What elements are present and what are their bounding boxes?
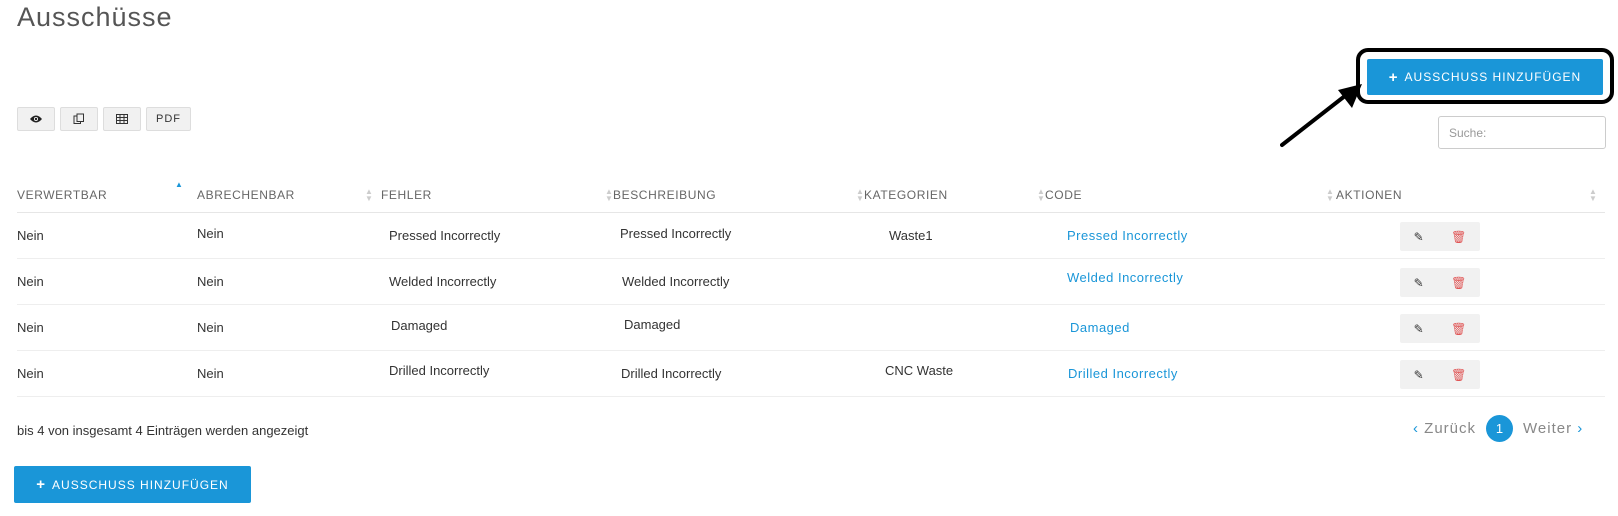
cell-verwertbar: Nein [17, 320, 44, 335]
add-button-label: AUSSCHUSS HINZUFÜGEN [1404, 70, 1582, 84]
arrow-annotation [1280, 84, 1362, 147]
sort-asc-icon[interactable]: ▲ [175, 181, 183, 189]
edit-icon[interactable]: ✎ [1414, 368, 1424, 382]
cell-fehler: Pressed Incorrectly [389, 228, 501, 243]
cell-code-link[interactable]: Pressed Incorrectly [1067, 228, 1188, 243]
cell-abrechenbar: Nein [197, 274, 224, 289]
sort-icon[interactable]: ▲ ▼ [1589, 188, 1597, 203]
table-header: VERWERTBAR ▲ ABRECHENBAR ▲ ▼ FEHLER ▲ ▼ BE… [17, 178, 1605, 213]
cell-abrechenbar: Nein [197, 320, 224, 335]
pagination-current-page[interactable]: 1 [1486, 415, 1514, 442]
table-row: Nein Nein Drilled Incorrectly Drilled In… [17, 351, 1605, 397]
data-table: VERWERTBAR ▲ ABRECHENBAR ▲ ▼ FEHLER ▲ ▼ BE… [17, 178, 1605, 397]
sort-icon[interactable]: ▲ ▼ [1037, 188, 1045, 203]
sort-icon[interactable]: ▲ ▼ [365, 188, 373, 203]
cell-abrechenbar: Nein [197, 366, 224, 381]
cell-code-link[interactable]: Welded Incorrectly [1067, 270, 1183, 285]
copy-button[interactable] [60, 107, 98, 131]
chevron-left-icon: ‹ [1413, 420, 1419, 437]
add-committee-button-bottom[interactable]: + AUSSCHUSS HINZUFÜGEN [14, 466, 251, 503]
cell-kategorien: CNC Waste [885, 363, 954, 378]
trash-icon[interactable]: 🗑 [1451, 230, 1466, 244]
cell-verwertbar: Nein [17, 228, 44, 243]
plus-icon: + [36, 476, 47, 493]
edit-icon[interactable]: ✎ [1414, 230, 1424, 244]
column-header-code[interactable]: CODE [1045, 188, 1082, 202]
cell-verwertbar: Nein [17, 366, 44, 381]
cell-beschreibung: Pressed Incorrectly [620, 226, 732, 241]
table-row: Nein Nein Damaged Damaged Damaged ✎ 🗑 [17, 305, 1605, 351]
column-header-beschreibung[interactable]: BESCHREIBUNG [613, 188, 716, 202]
excel-button[interactable] [103, 107, 141, 131]
chevron-right-icon: › [1577, 420, 1584, 437]
sort-icon[interactable]: ▲ ▼ [856, 188, 864, 203]
cell-beschreibung: Welded Incorrectly [622, 274, 730, 289]
cell-beschreibung: Drilled Incorrectly [621, 366, 722, 381]
edit-icon[interactable]: ✎ [1414, 276, 1424, 290]
pdf-button[interactable]: PDF [146, 107, 191, 131]
next-label: Weiter [1523, 420, 1573, 437]
page-title: Ausschüsse [17, 2, 173, 32]
cell-fehler: Damaged [391, 318, 448, 333]
table-row: Nein Nein Pressed Incorrectly Pressed In… [17, 213, 1605, 259]
add-committee-button-top[interactable]: + AUSSCHUSS HINZUFÜGEN [1367, 59, 1603, 95]
prev-label: Zurück [1424, 420, 1477, 437]
plus-icon: + [1388, 68, 1399, 86]
sort-icon[interactable]: ▲ ▼ [605, 188, 613, 203]
table-row: Nein Nein Welded Incorrectly Welded Inco… [17, 259, 1605, 305]
cell-verwertbar: Nein [17, 274, 44, 289]
row-actions: ✎ 🗑 [1400, 314, 1480, 343]
cell-fehler: Drilled Incorrectly [389, 363, 490, 378]
export-toolbar: PDF [17, 107, 191, 131]
column-header-abrechenbar[interactable]: ABRECHENBAR [197, 188, 295, 202]
row-actions: ✎ 🗑 [1400, 222, 1480, 251]
copy-icon [73, 113, 84, 124]
row-actions: ✎ 🗑 [1400, 268, 1480, 297]
trash-icon[interactable]: 🗑 [1451, 276, 1466, 290]
column-header-aktionen: AKTIONEN [1336, 188, 1403, 202]
column-header-kategorien[interactable]: KATEGORIEN [864, 188, 948, 202]
column-header-fehler[interactable]: FEHLER [381, 188, 432, 202]
trash-icon[interactable]: 🗑 [1451, 368, 1466, 382]
edit-icon[interactable]: ✎ [1414, 322, 1424, 336]
cell-fehler: Welded Incorrectly [389, 274, 497, 289]
cell-code-link[interactable]: Damaged [1070, 320, 1130, 335]
pagination: ‹ Zurück 1 Weiter › [1413, 415, 1583, 442]
cell-abrechenbar: Nein [197, 226, 224, 241]
table-info: bis 4 von insgesamt 4 Einträgen werden a… [17, 423, 309, 438]
cell-kategorien: Waste1 [889, 228, 933, 243]
cell-beschreibung: Damaged [624, 317, 681, 332]
pagination-prev[interactable]: ‹ Zurück [1413, 420, 1476, 437]
pagination-next[interactable]: Weiter › [1523, 420, 1583, 437]
eye-icon [30, 115, 42, 123]
column-visibility-button[interactable] [17, 107, 55, 131]
table-icon [116, 114, 128, 124]
search-input[interactable] [1438, 116, 1606, 149]
row-actions: ✎ 🗑 [1400, 360, 1480, 389]
cell-code-link[interactable]: Drilled Incorrectly [1068, 366, 1178, 381]
sort-icon[interactable]: ▲ ▼ [1326, 188, 1334, 203]
trash-icon[interactable]: 🗑 [1451, 322, 1466, 336]
column-header-verwertbar[interactable]: VERWERTBAR [17, 188, 107, 202]
add-button-label: AUSSCHUSS HINZUFÜGEN [52, 477, 229, 492]
